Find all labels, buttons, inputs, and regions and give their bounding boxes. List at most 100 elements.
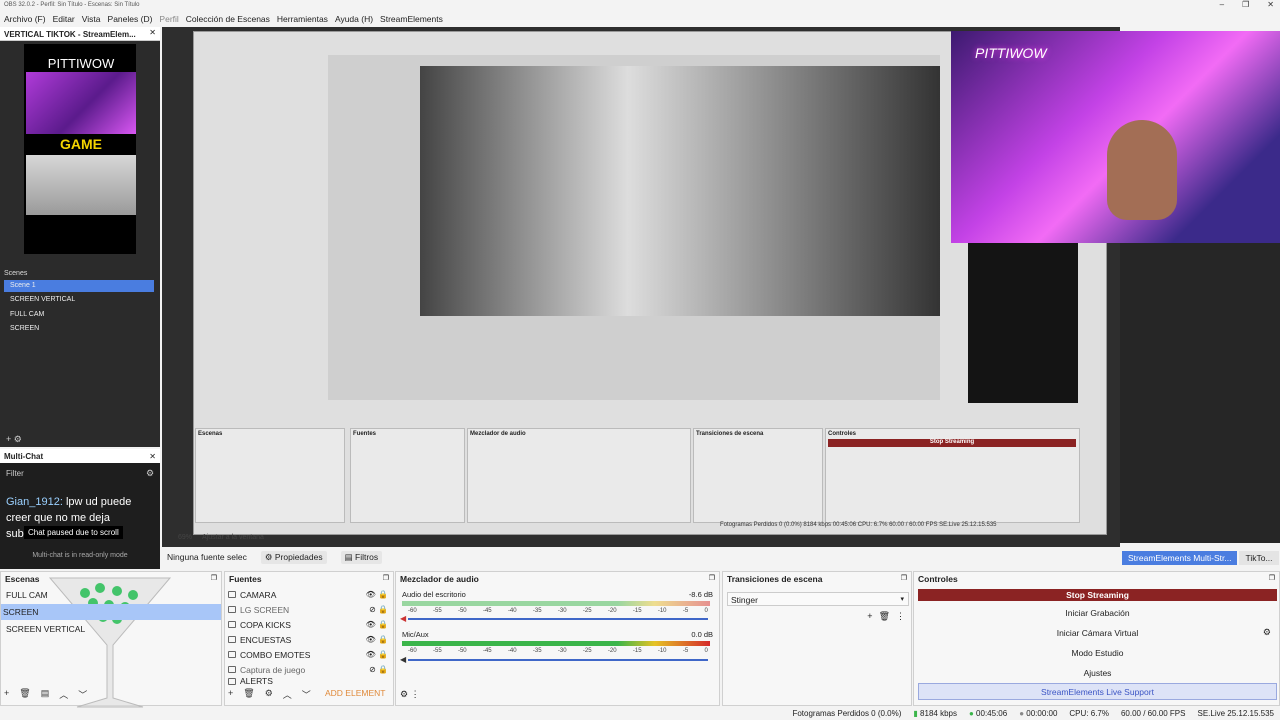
transition-selected: Stinger [731,595,758,605]
sources-dock-title: Fuentes ❐ [225,572,393,586]
vertical-screen-image [26,155,136,215]
record-time: ● 00:00:00 [1019,709,1057,718]
muted-speaker-icon[interactable]: ◀ [400,614,406,623]
signal-icon: ▮ [913,709,918,718]
menu-profile[interactable]: Perfil [159,14,178,24]
add-element-button[interactable]: ADD ELEMENT [325,688,385,698]
fit-window[interactable]: Ajustar a la ventana [202,534,264,541]
chevron-down-icon: ▾ [900,596,904,603]
eye-icon[interactable]: 👁 🔒 [366,650,388,659]
menu-file[interactable]: Archivo (F) [4,14,46,24]
start-recording-button[interactable]: Iniciar Grabación [918,604,1277,622]
scene-item[interactable]: SCREEN VERTICAL [4,621,218,637]
mic-fader[interactable] [408,659,708,661]
source-item[interactable]: LG SCREEN ⊘ 🔒 [228,602,388,617]
browser-icon [228,651,236,658]
vertical-scene-item[interactable]: SCREEN VERTICAL [4,294,154,306]
chat-paused-banner[interactable]: Chat paused due to scroll [24,526,123,539]
multichat-filter[interactable]: Filter [6,469,24,478]
eye-icon[interactable]: ⊘ 🔒 [369,605,388,614]
properties-button[interactable]: ⚙ Propiedades [260,550,327,564]
desktop-audio-label: Audio del escritorio [402,590,466,599]
desktop-audio-db: -8.6 dB [688,590,713,599]
gear-icon: ⚙ [264,551,275,562]
nested-stop-button: Stop Streaming [828,439,1076,447]
undock-icon[interactable]: ❐ [901,574,907,582]
browser-icon [228,621,236,628]
preview-dark-area [968,243,1078,403]
stream-icon: ● [968,709,974,718]
tab-tiktok[interactable]: TikTo... [1239,551,1279,565]
source-item[interactable]: Captura de juego ⊘ 🔒 [228,662,388,677]
menu-view[interactable]: Vista [82,14,101,24]
camera-icon [228,591,236,598]
game-capture-icon [228,666,236,673]
source-label: LG SCREEN [240,604,290,615]
properties-label: Propiedades [274,551,323,562]
close-icon[interactable]: ✕ [149,452,156,461]
tab-se-multistream[interactable]: StreamElements Multi-Str... [1122,551,1238,565]
eye-icon[interactable]: 👁 🔒 [366,620,388,629]
menu-dots-icon[interactable]: ⋮ [411,689,420,699]
stop-streaming-button[interactable]: Stop Streaming [918,589,1277,601]
menu-scene-collection[interactable]: Colección de Escenas [186,14,270,24]
desktop-audio-fader[interactable] [408,618,708,620]
menu-streamelements[interactable]: StreamElements [380,14,443,24]
menu-docks[interactable]: Paneles (D) [108,14,153,24]
add-icon[interactable]: + [867,611,872,622]
trash-icon[interactable]: 🗑 [879,611,890,622]
scene-item[interactable]: SCREEN [1,604,221,620]
meter-scale: -60 -55 -50 -45 -40 -35 -30 -25 -20 -15 -10 -5 0 [408,648,708,654]
source-item[interactable]: CAMARA 👁 🔒 [228,587,388,602]
source-label: COPA KICKS [240,619,291,630]
transition-select[interactable]: Stinger ▾ [727,592,909,606]
add-icon[interactable]: + ⚙ [6,434,22,445]
source-item[interactable]: ALERTS [228,677,388,685]
mixer-title: Mezclador de audio [400,574,479,584]
browser-icon [228,636,236,643]
transitions-dock-title: Transiciones de escena ❐ [723,572,911,586]
undock-icon[interactable]: ❐ [709,574,715,582]
no-source-selected: Ninguna fuente selec [167,552,247,562]
start-virtual-camera-button[interactable]: Iniciar Cámara Virtual [918,624,1277,642]
window-controls[interactable]: – ❐ ✕ [1220,0,1274,9]
gear-icon[interactable]: ⚙ [1263,627,1271,638]
source-item[interactable]: COPA KICKS 👁 🔒 [228,617,388,632]
close-icon[interactable]: ✕ [1267,0,1274,9]
undock-icon[interactable]: ❐ [211,574,217,582]
status-bar: Fotogramas Perdidos 0 (0.0%) ▮ 8184 kbps… [0,707,1280,720]
chat-readonly-note: Multi-chat is in read-only mode [32,552,128,559]
minimize-icon[interactable]: – [1220,0,1224,9]
source-item[interactable]: ENCUESTAS 👁 🔒 [228,632,388,647]
gear-icon[interactable]: ⚙ [400,689,408,699]
se-live-support-button[interactable]: StreamElements Live Support [918,683,1277,700]
gear-icon[interactable]: ⚙ [146,468,154,479]
undock-icon[interactable]: ❐ [383,574,389,582]
nested-sources-dock: Fuentes [350,428,465,523]
filters-button[interactable]: ▤ Filtros [340,550,383,564]
menu-dots-icon[interactable]: ⋮ [896,611,905,622]
menu-edit[interactable]: Editar [53,14,75,24]
menu-help[interactable]: Ayuda (H) [335,14,373,24]
vertical-scene-item[interactable]: FULL CAM [4,309,154,321]
eye-icon[interactable]: 👁 🔒 [366,635,388,644]
maximize-icon[interactable]: ❐ [1242,0,1249,9]
vertical-overlay-title: PITTIWOW [47,56,115,71]
speaker-icon[interactable]: ◀ [400,655,406,664]
undock-icon[interactable]: ❐ [1269,574,1275,582]
vertical-scene-item[interactable]: SCREEN [4,323,154,335]
eye-icon[interactable]: 👁 🔒 [366,590,388,599]
vertical-dock-header: VERTICAL TIKTOK - StreamElem... ✕ [0,27,160,41]
zoom-level[interactable]: 69% [178,534,192,541]
controls-dock-title: Controles ❐ [914,572,1279,586]
vertical-scene-item[interactable]: Scene 1 [4,280,154,292]
studio-mode-button[interactable]: Modo Estudio [918,644,1277,662]
settings-button[interactable]: Ajustes [918,664,1277,682]
multichat-title: Multi-Chat [4,452,44,461]
source-item[interactable]: COMBO EMOTES 👁 🔒 [228,647,388,662]
menu-tools[interactable]: Herramientas [277,14,328,24]
scene-item[interactable]: FULL CAM [4,587,218,603]
mixer-toolbar: ⚙ ⋮ [400,689,420,700]
close-icon[interactable]: ✕ [149,28,156,37]
eye-icon[interactable]: ⊘ 🔒 [369,665,388,674]
